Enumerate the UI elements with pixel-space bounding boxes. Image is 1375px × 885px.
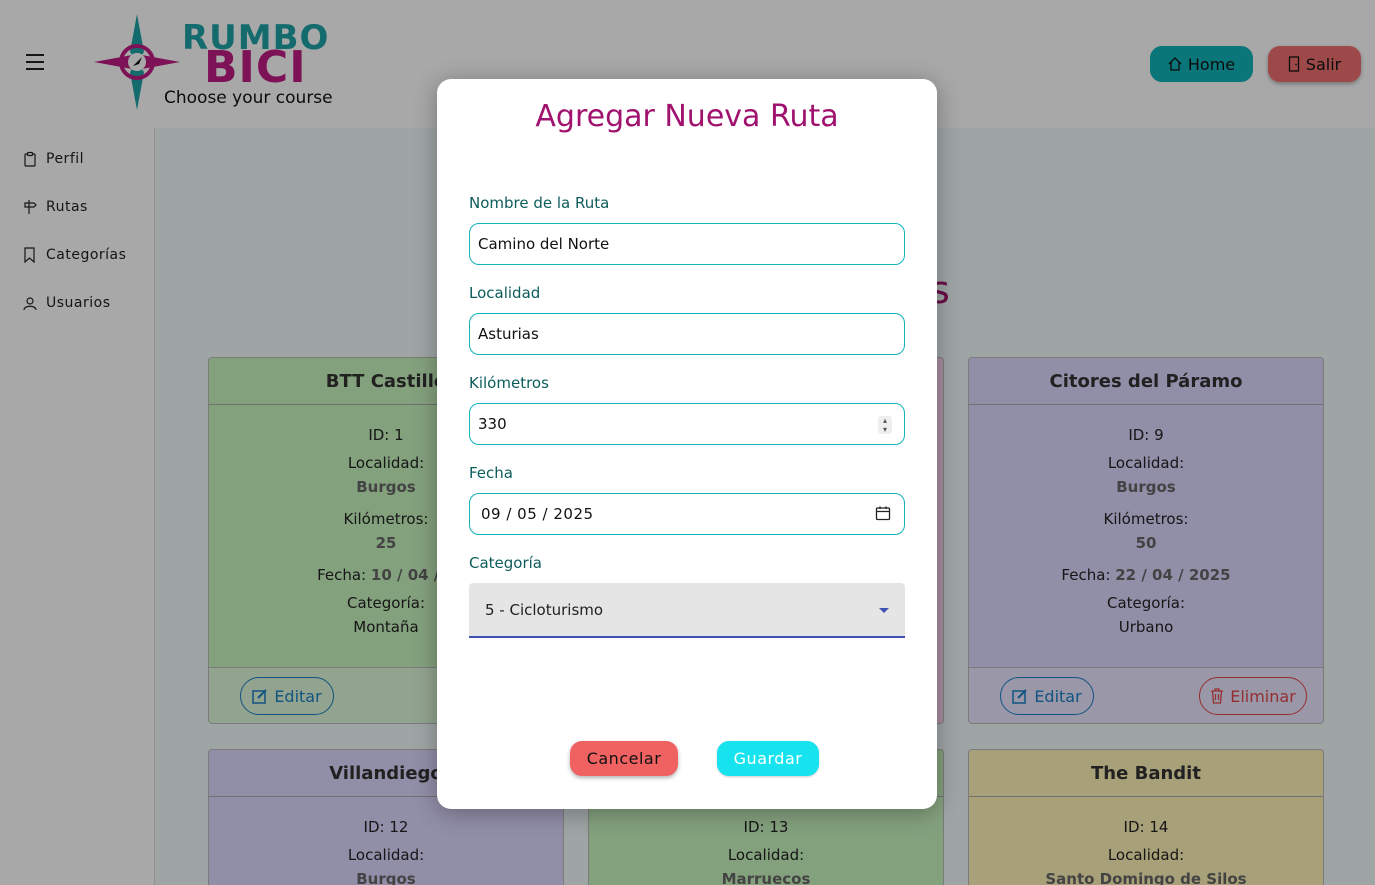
category-selected-value: 5 - Cicloturismo	[485, 601, 604, 619]
route-name-input[interactable]	[469, 223, 905, 265]
fecha-label: Fecha	[469, 464, 513, 482]
calendar-icon[interactable]	[875, 505, 891, 521]
category-select[interactable]: 5 - Cicloturismo	[469, 583, 905, 638]
date-input[interactable]	[469, 493, 905, 535]
caret-down-icon	[879, 608, 889, 613]
cancel-button[interactable]: Cancelar	[570, 741, 678, 776]
localidad-label: Localidad	[469, 284, 541, 302]
number-spinner[interactable]: ▴ ▾	[878, 416, 892, 434]
nombre-label: Nombre de la Ruta	[469, 194, 610, 212]
km-input[interactable]	[469, 403, 905, 445]
km-label: Kilómetros	[469, 374, 549, 392]
categoria-label: Categoría	[469, 554, 543, 572]
dialog-title: Agregar Nueva Ruta	[535, 99, 839, 134]
localidad-input[interactable]	[469, 313, 905, 355]
save-button[interactable]: Guardar	[717, 741, 819, 776]
add-route-dialog: Agregar Nueva Ruta Nombre de la Ruta Loc…	[437, 79, 937, 809]
